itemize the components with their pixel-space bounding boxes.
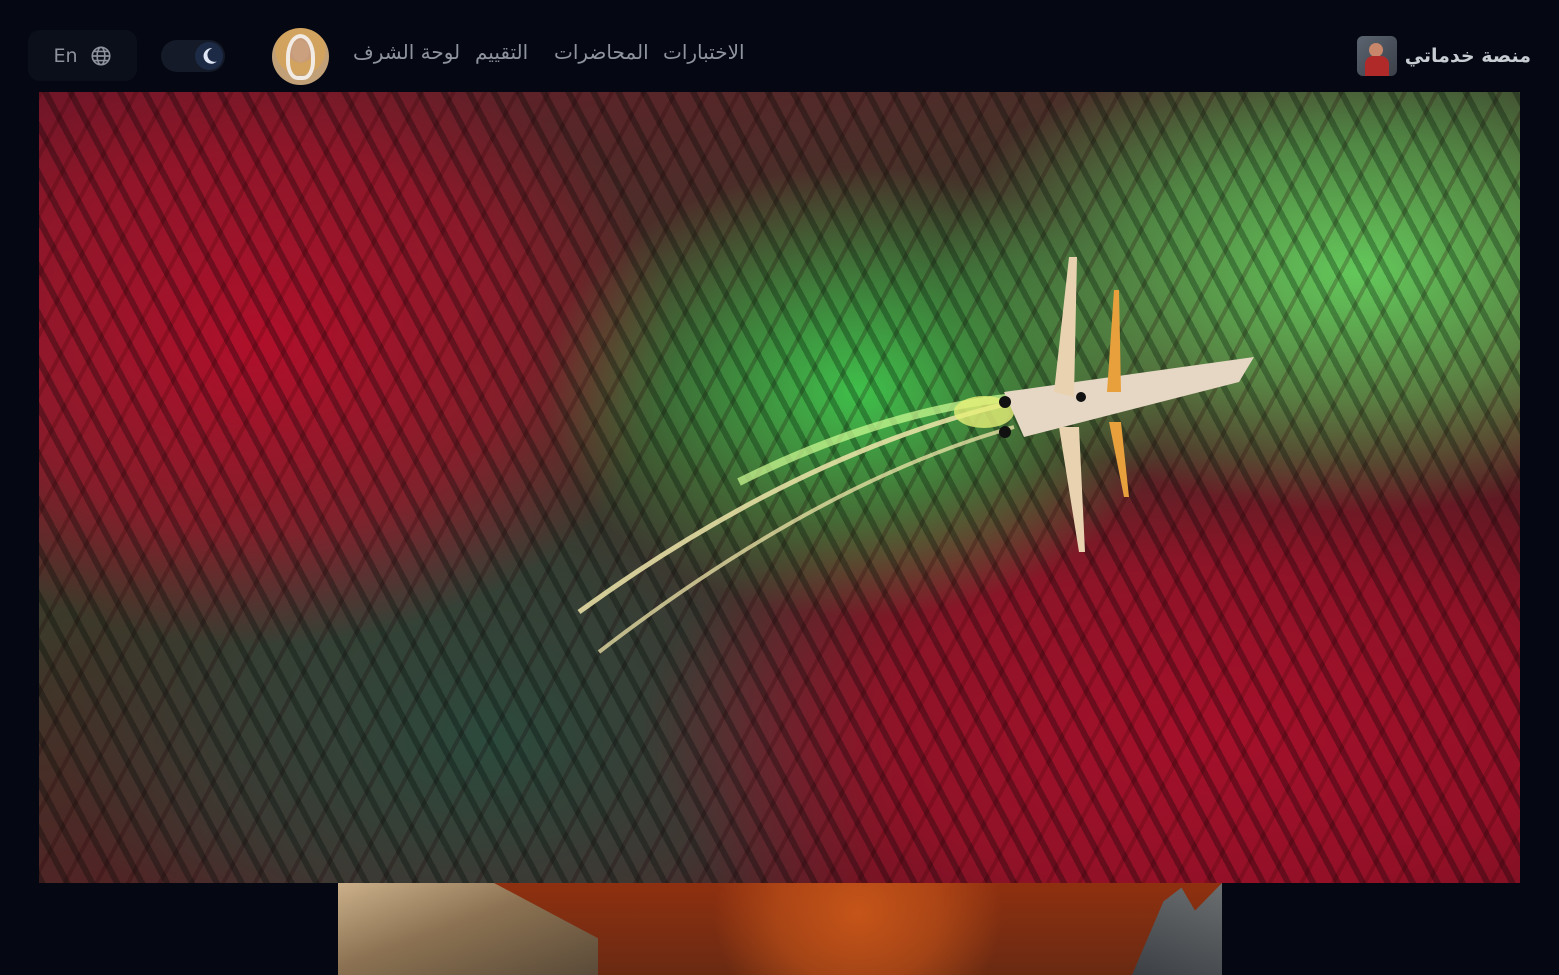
nav-lectures[interactable]: المحاضرات [554, 40, 649, 64]
toggle-knob [195, 42, 223, 70]
nav-honor-board[interactable]: لوحة الشرف [353, 40, 460, 64]
theme-toggle[interactable] [161, 40, 225, 72]
nav-exams[interactable]: الاختبارات [663, 40, 745, 64]
user-avatar[interactable] [272, 28, 329, 85]
top-navbar: En لوحة الشرف التقييم المحاضرات الاختبار… [0, 0, 1559, 92]
brand-title: منصة خدماتي [1404, 45, 1531, 67]
hero-banner-image [39, 92, 1520, 883]
secondary-banner-image [338, 883, 1222, 975]
brand-logo [1356, 36, 1397, 76]
spaceship-illustration [577, 257, 1254, 654]
globe-icon [90, 45, 111, 66]
moon-icon [203, 48, 217, 64]
brand[interactable]: منصة خدماتي [1356, 36, 1531, 76]
language-switch-button[interactable]: En [28, 30, 137, 81]
nav-evaluation[interactable]: التقييم [475, 40, 528, 64]
language-label: En [53, 44, 78, 67]
